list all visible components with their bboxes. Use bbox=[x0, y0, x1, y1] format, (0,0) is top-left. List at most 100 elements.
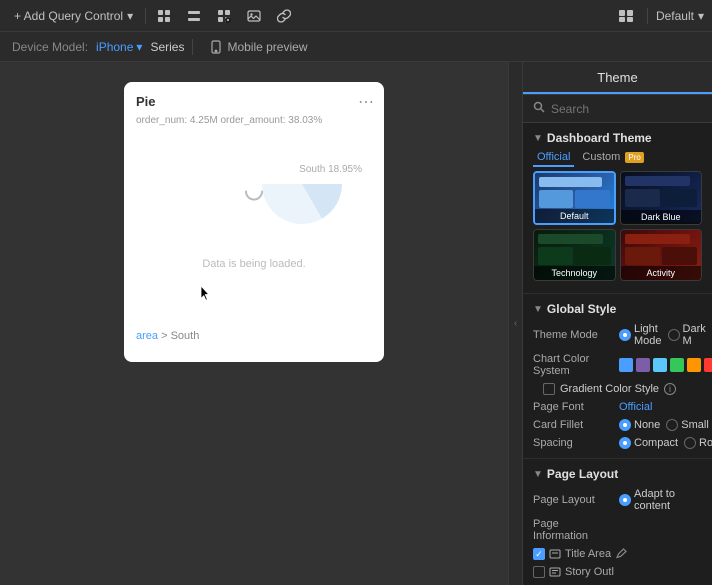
image-button[interactable] bbox=[242, 6, 266, 26]
light-mode-radio[interactable] bbox=[619, 329, 631, 341]
canvas-area: Pie order_num: 4.25M order_amount: 38.03… bbox=[0, 62, 508, 585]
pie-chart-area: South 18.95% bbox=[136, 134, 372, 254]
toolbar-left: + Add Query Control ▾ bbox=[8, 6, 605, 26]
dashboard-theme-section: ▼ Dashboard Theme Official Custom Pro bbox=[523, 123, 712, 294]
page-background-row: Page Background ▼ Overlay bbox=[523, 581, 712, 585]
spacing-compact-option[interactable]: Compact bbox=[619, 437, 678, 449]
title-area-label: Title Area bbox=[565, 548, 611, 560]
adapt-to-content-option[interactable]: Adapt to content bbox=[619, 488, 702, 512]
page-layout-header[interactable]: ▼ Page Layout bbox=[523, 459, 712, 485]
view-toggle-button[interactable] bbox=[613, 6, 639, 26]
page-font-value[interactable]: Official bbox=[619, 401, 652, 413]
fillet-small-label: Small bbox=[681, 419, 709, 431]
default-label: Default bbox=[656, 9, 694, 23]
title-area-checkbox[interactable]: ✓ bbox=[533, 548, 545, 560]
card-fillet-radio-group: None Small Larg bbox=[619, 419, 712, 431]
theme-thumb-dark-blue[interactable]: Dark Blue bbox=[620, 171, 703, 225]
story-outline-checkbox[interactable] bbox=[533, 566, 545, 578]
device-model-value: iPhone bbox=[96, 40, 133, 54]
dashboard-theme-header[interactable]: ▼ Dashboard Theme bbox=[523, 123, 712, 149]
swatch-purple[interactable] bbox=[636, 358, 650, 372]
gradient-color-label: Gradient Color Style bbox=[560, 383, 659, 395]
toolbar-separator-2 bbox=[647, 8, 648, 24]
add-query-chevron: ▾ bbox=[127, 9, 133, 23]
pie-loading-text: Data is being loaded. bbox=[136, 258, 372, 270]
sidebar-collapse-icon: ‹ bbox=[514, 318, 517, 329]
spacing-row: Spacing Compact Routine bbox=[523, 434, 712, 452]
swatch-red[interactable] bbox=[704, 358, 712, 372]
page-info-label: Page Information bbox=[533, 518, 613, 542]
device-series: Series bbox=[150, 40, 184, 54]
title-area-edit-icon[interactable] bbox=[615, 548, 627, 560]
page-layout-section: ▼ Page Layout Page Layout Adapt to conte… bbox=[523, 459, 712, 585]
add-query-button[interactable]: + Add Query Control ▾ bbox=[8, 7, 139, 25]
theme-type-tabs: Official Custom Pro bbox=[523, 149, 712, 171]
page-layout-option-row: Page Layout Adapt to content bbox=[523, 485, 712, 515]
theme-custom-tab[interactable]: Custom Pro bbox=[578, 149, 647, 167]
theme-panel-title: Theme bbox=[597, 70, 637, 85]
page-font-label: Page Font bbox=[533, 401, 613, 413]
default-dropdown-button[interactable]: Default ▾ bbox=[656, 9, 704, 23]
gradient-info-icon[interactable]: i bbox=[664, 383, 676, 395]
pie-chart-svg bbox=[252, 134, 352, 234]
fillet-small-radio[interactable] bbox=[666, 419, 678, 431]
fillet-none-radio[interactable] bbox=[619, 419, 631, 431]
title-area-row: ✓ Title Area bbox=[523, 545, 712, 563]
search-input[interactable] bbox=[551, 102, 706, 116]
technology-theme-label: Technology bbox=[534, 266, 615, 280]
pie-card-more-button[interactable]: ⋯ bbox=[358, 92, 374, 112]
layout-list-button[interactable] bbox=[182, 6, 206, 26]
light-mode-option[interactable]: Light Mode bbox=[619, 323, 662, 347]
theme-official-tab[interactable]: Official bbox=[533, 149, 574, 167]
theme-mode-row: Theme Mode Light Mode Dark M bbox=[523, 320, 712, 350]
theme-thumb-activity[interactable]: Activity bbox=[620, 229, 703, 281]
device-separator bbox=[192, 39, 193, 55]
theme-thumb-default[interactable]: Default bbox=[533, 171, 616, 225]
swatch-green[interactable] bbox=[670, 358, 684, 372]
layout-grid-button[interactable] bbox=[152, 6, 176, 26]
breadcrumb-link[interactable]: area bbox=[136, 330, 158, 342]
mobile-preview-button[interactable]: Mobile preview bbox=[209, 40, 307, 54]
pro-badge: Pro bbox=[625, 152, 643, 163]
spacing-compact-radio[interactable] bbox=[619, 437, 631, 449]
theme-thumbnails-grid: Default Dark Blue bbox=[523, 171, 712, 287]
spacing-routine-label: Routine bbox=[699, 437, 712, 449]
theme-custom-label: Custom bbox=[582, 151, 620, 163]
spacing-routine-radio[interactable] bbox=[684, 437, 696, 449]
swatch-light-blue[interactable] bbox=[653, 358, 667, 372]
loading-spinner bbox=[244, 182, 264, 207]
sidebar-collapse-button[interactable]: ‹ bbox=[508, 62, 522, 585]
device-model-label: Device Model: bbox=[12, 40, 88, 54]
fillet-small-option[interactable]: Small bbox=[666, 419, 709, 431]
theme-tab[interactable]: Theme bbox=[523, 62, 712, 94]
fillet-none-label: None bbox=[634, 419, 660, 431]
story-outline-row: Story Outl bbox=[523, 563, 712, 581]
page-info-label-row: Page Information bbox=[523, 515, 712, 545]
pie-card-title: Pie bbox=[136, 94, 372, 109]
link-button[interactable] bbox=[272, 6, 296, 26]
breadcrumb-current: South bbox=[171, 330, 200, 342]
spacing-routine-option[interactable]: Routine bbox=[684, 437, 712, 449]
theme-search-bar bbox=[523, 95, 712, 123]
theme-thumb-technology[interactable]: Technology bbox=[533, 229, 616, 281]
light-mode-label: Light Mode bbox=[634, 323, 662, 347]
dark-mode-radio[interactable] bbox=[668, 329, 680, 341]
dark-mode-option[interactable]: Dark M bbox=[668, 323, 706, 347]
global-style-header[interactable]: ▼ Global Style bbox=[523, 294, 712, 320]
add-widget-button[interactable] bbox=[212, 6, 236, 26]
card-fillet-label: Card Fillet bbox=[533, 419, 613, 431]
breadcrumb-separator: > bbox=[161, 330, 170, 342]
device-model-button[interactable]: iPhone ▾ bbox=[96, 40, 142, 54]
toolbar-separator-1 bbox=[145, 8, 146, 24]
swatch-orange[interactable] bbox=[687, 358, 701, 372]
activity-theme-label: Activity bbox=[621, 266, 702, 280]
breadcrumb: area > South bbox=[136, 330, 372, 342]
fillet-none-option[interactable]: None bbox=[619, 419, 660, 431]
gradient-color-checkbox[interactable] bbox=[543, 383, 555, 395]
add-query-label: + Add Query Control bbox=[14, 9, 123, 23]
swatch-blue[interactable] bbox=[619, 358, 633, 372]
adapt-radio[interactable] bbox=[619, 494, 631, 506]
page-layout-option-label: Page Layout bbox=[533, 494, 613, 506]
dark-blue-theme-label: Dark Blue bbox=[621, 210, 702, 224]
dashboard-theme-chevron: ▼ bbox=[533, 133, 543, 144]
